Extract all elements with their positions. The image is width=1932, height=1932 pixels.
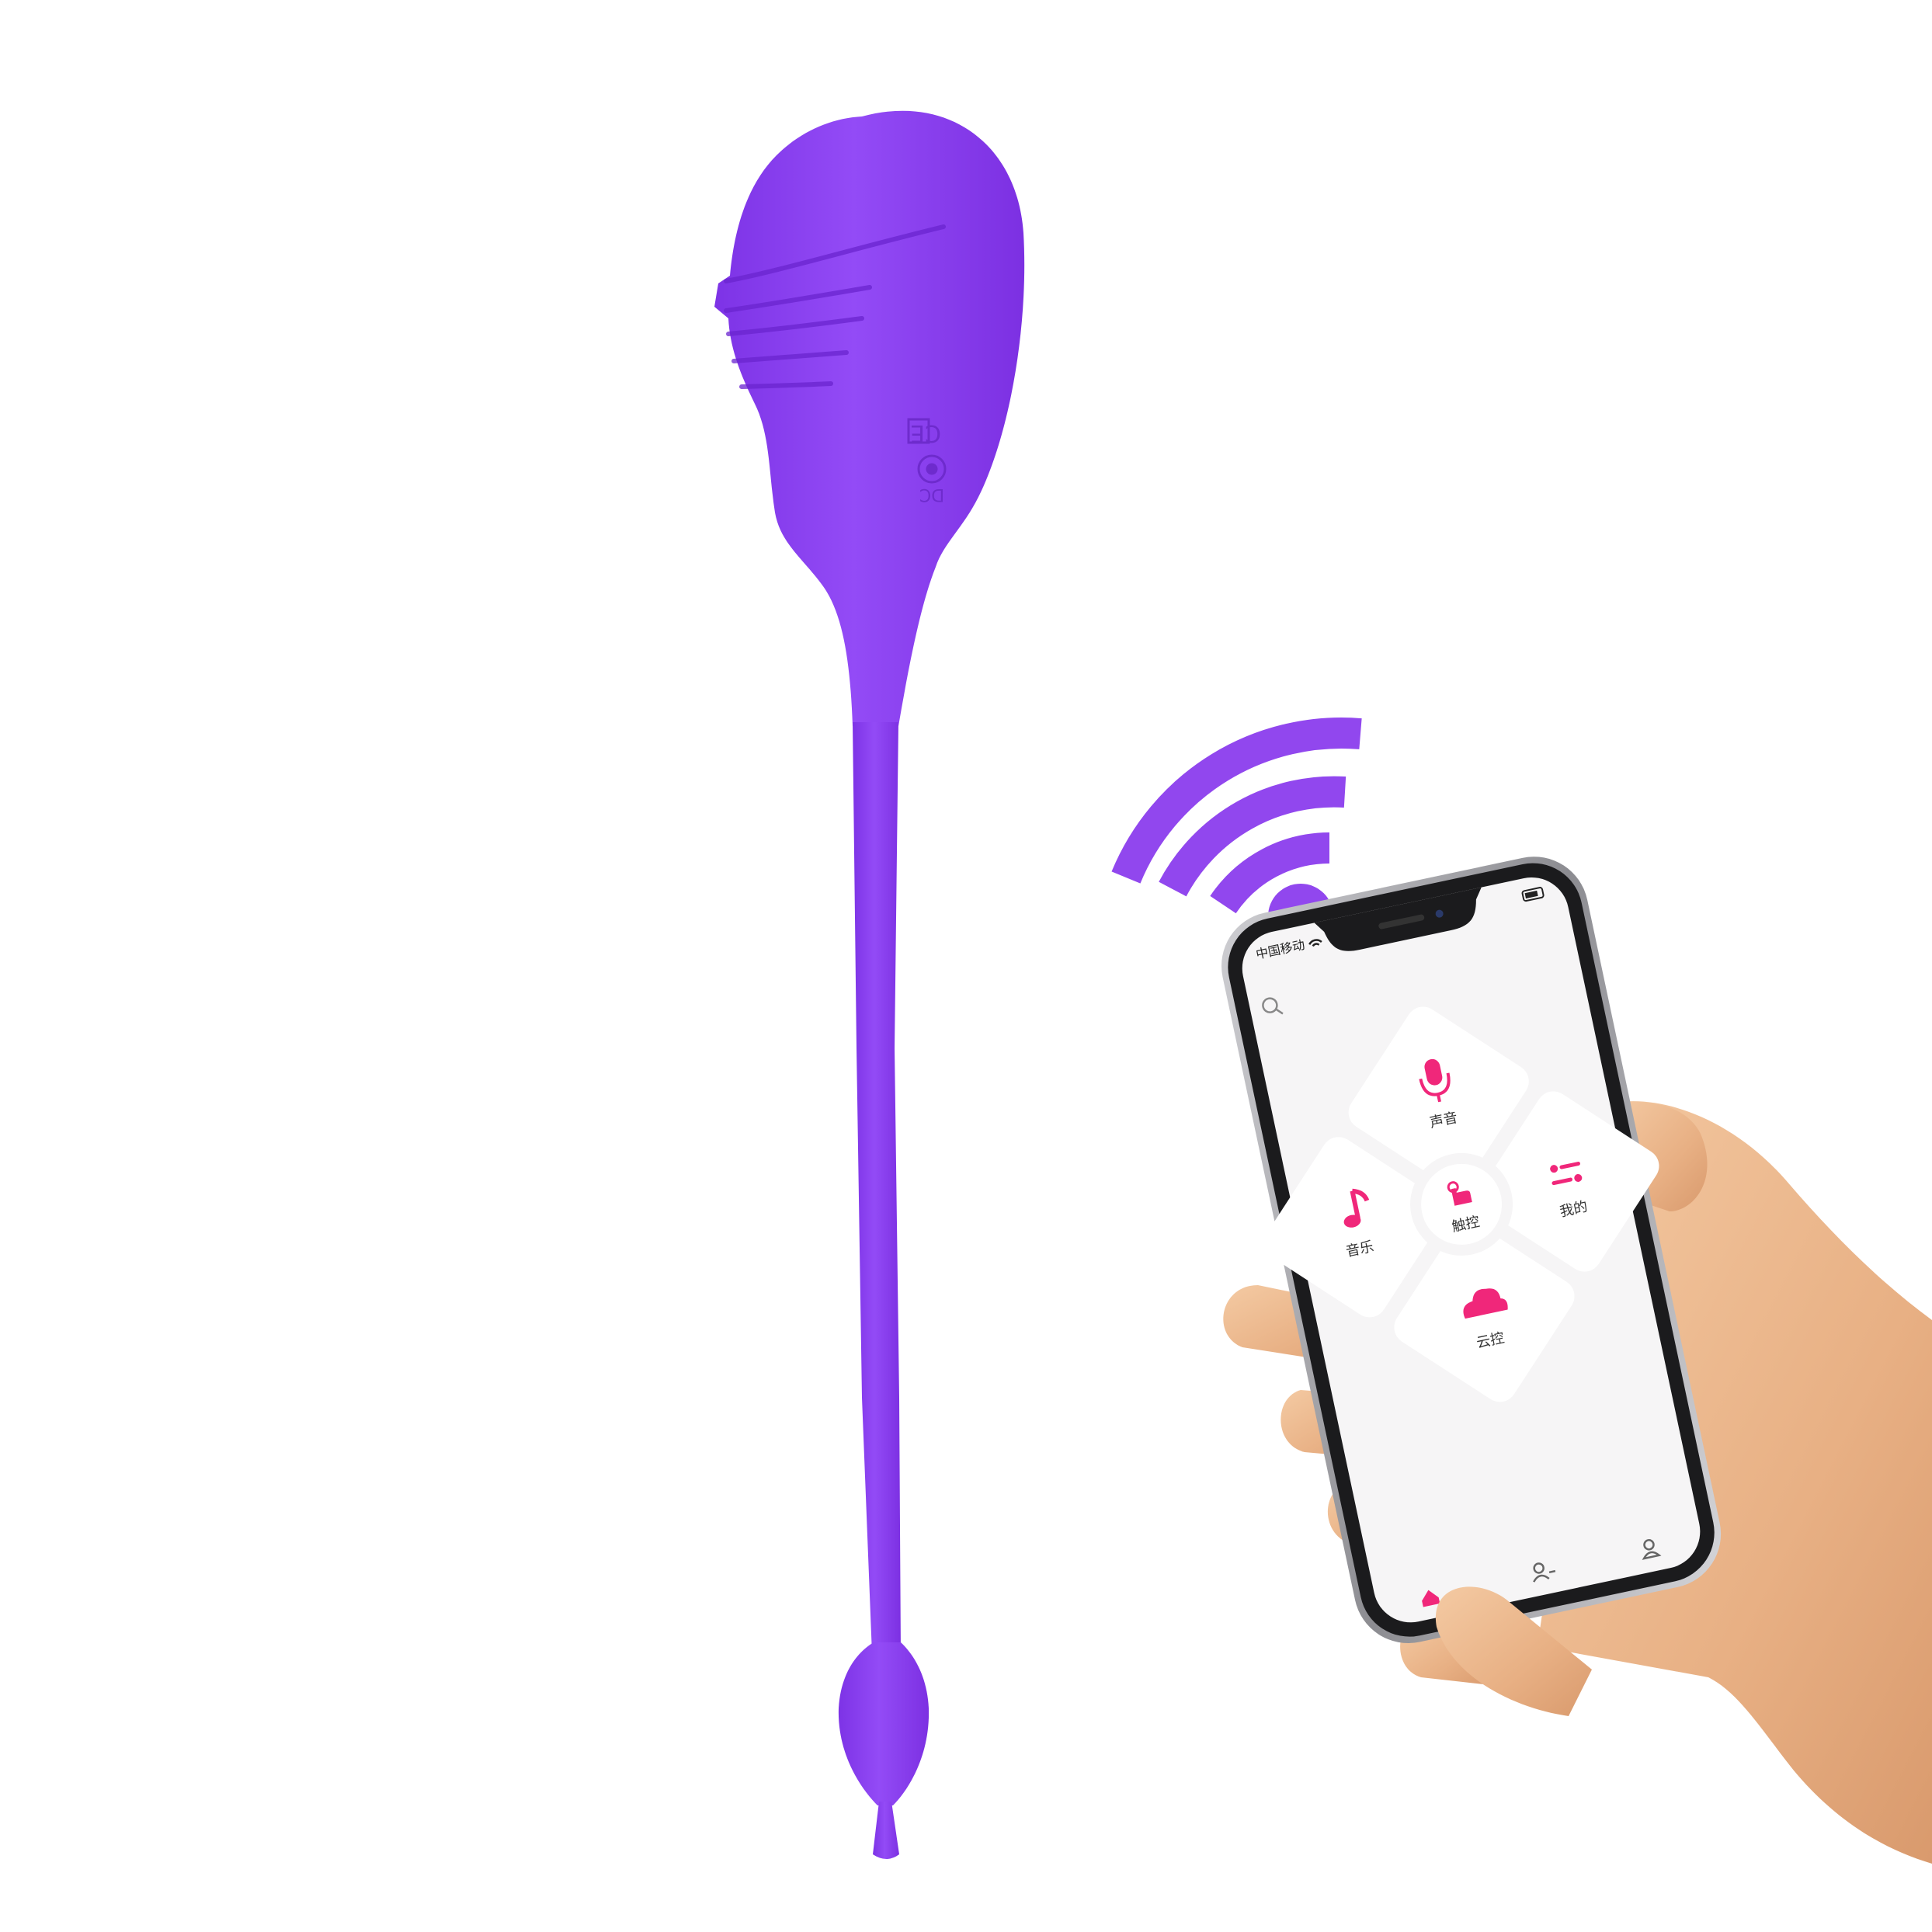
device-tail-tip [873, 1802, 899, 1859]
dc-mark: DC [919, 485, 944, 504]
device-tail-bulb [838, 1642, 930, 1805]
scene: CE DC 中国移动 声音 音乐 触控 我的 云控 [714, 110, 1932, 1864]
device-cord [853, 722, 901, 1654]
product-photo: CE DC 中国移动 声音 音乐 触控 我的 云控 [0, 0, 1932, 1932]
product-device: CE DC [714, 110, 1025, 1859]
device-head [714, 110, 1025, 726]
